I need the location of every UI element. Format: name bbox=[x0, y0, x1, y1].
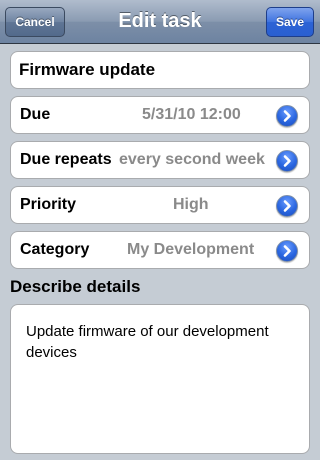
category-label: Category bbox=[20, 241, 90, 258]
chevron-right-icon[interactable] bbox=[276, 150, 298, 172]
due-label: Due bbox=[20, 106, 51, 123]
details-textarea[interactable]: Update firmware of our development devic… bbox=[10, 304, 310, 454]
navigation-bar: Cancel Edit task Save bbox=[0, 0, 320, 44]
task-title-text: Firmware update bbox=[19, 60, 156, 79]
priority-value: High bbox=[173, 196, 209, 213]
save-button[interactable]: Save bbox=[266, 7, 314, 37]
due-row[interactable]: Due 5/31/10 12:00 bbox=[10, 96, 310, 134]
chevron-right-icon[interactable] bbox=[276, 240, 298, 262]
chevron-right-icon[interactable] bbox=[276, 195, 298, 217]
category-value: My Development bbox=[127, 241, 255, 258]
due-repeats-label: Due repeats bbox=[20, 151, 112, 168]
priority-label: Priority bbox=[20, 196, 77, 213]
due-repeats-value: every second week bbox=[119, 151, 265, 168]
details-section-header: Describe details bbox=[10, 277, 141, 296]
category-row[interactable]: Category My Development bbox=[10, 231, 310, 269]
details-text: Update firmware of our development devic… bbox=[26, 323, 269, 361]
priority-row[interactable]: Priority High bbox=[10, 186, 310, 224]
task-title-field[interactable]: Firmware update bbox=[10, 51, 310, 89]
due-value: 5/31/10 12:00 bbox=[142, 106, 241, 123]
chevron-right-icon[interactable] bbox=[276, 105, 298, 127]
due-repeats-row[interactable]: Due repeats every second week bbox=[10, 141, 310, 179]
